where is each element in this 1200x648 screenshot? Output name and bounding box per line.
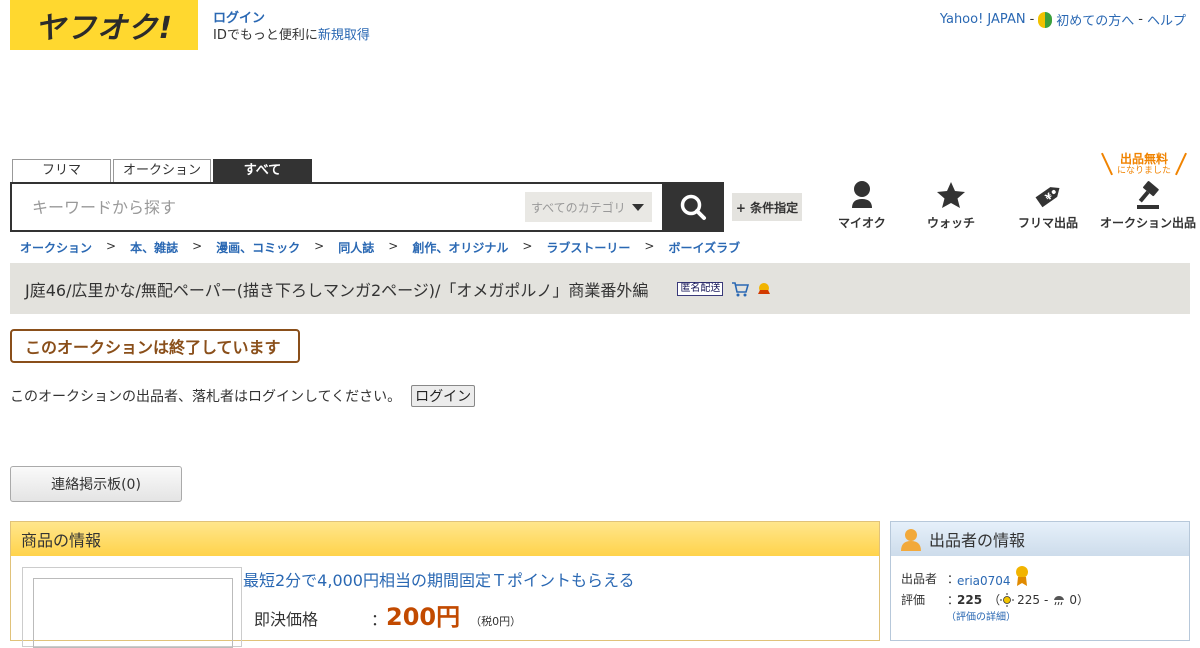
- breadcrumb-separator: >: [388, 239, 399, 253]
- seller-info-heading: 出品者の情報: [929, 531, 1026, 550]
- star-icon: [937, 182, 965, 208]
- rating-label: 評価: [901, 593, 926, 607]
- item-info-panel: 商品の情報 最短2分で4,000円相当の期間固定Ｔポイントもらえる 即決価格 ：…: [10, 521, 880, 648]
- login-notice-text: このオークションの出品者、落札者はログインしてください。: [10, 389, 402, 405]
- id-promo-text: IDでもっと便利に: [213, 28, 318, 43]
- quick-nav-label: ウォッチ: [927, 216, 976, 230]
- anonymous-shipping-badge: 匿名配送: [677, 281, 724, 296]
- price-value: 200円: [386, 603, 461, 631]
- contact-board-button[interactable]: 連絡掲示板(0): [10, 466, 182, 502]
- breadcrumb-item[interactable]: 漫画、コミック: [216, 239, 300, 256]
- nav-separator: -: [1138, 12, 1143, 27]
- rating-total: 225: [957, 592, 983, 607]
- chevron-down-icon: [632, 203, 644, 211]
- breadcrumb-separator: >: [106, 239, 117, 253]
- rating-good: 225: [1017, 592, 1040, 607]
- shopping-cart-icon: [732, 281, 750, 296]
- help-link[interactable]: ヘルプ: [1147, 10, 1186, 29]
- rating-dash: -: [1043, 592, 1049, 607]
- rating-colon: ：: [947, 593, 960, 607]
- seller-info-header: 出品者の情報: [891, 522, 1189, 556]
- seller-avatar-icon: [901, 529, 921, 551]
- quick-nav-auction-sell[interactable]: オークション出品: [1100, 180, 1196, 231]
- breadcrumb-item[interactable]: 創作、オリジナル: [412, 239, 508, 256]
- seller-colon: ：: [947, 571, 960, 586]
- tab-auction[interactable]: オークション: [113, 159, 211, 183]
- breadcrumb-separator: >: [522, 239, 533, 253]
- tab-furima[interactable]: フリマ: [12, 159, 111, 183]
- breadcrumb-separator: >: [192, 239, 203, 253]
- seller-label: 出品者: [901, 571, 938, 586]
- signup-link[interactable]: 新規取得: [318, 28, 370, 43]
- rating-row: 評価 ： 225 （ 225 - 0 ）: [901, 591, 1089, 608]
- rating-paren-close: ）: [1076, 593, 1089, 607]
- sun-good-icon: [1000, 592, 1015, 607]
- quick-nav-label: フリマ出品: [1018, 216, 1079, 230]
- yahuoku-logo[interactable]: ヤフオク!: [10, 0, 198, 50]
- item-image[interactable]: [22, 567, 242, 648]
- search-button[interactable]: [662, 182, 724, 232]
- login-button[interactable]: ログイン: [411, 385, 476, 407]
- logo-text: ヤフオク!: [34, 11, 174, 46]
- new-arrival-icon: [758, 282, 771, 294]
- condition-button[interactable]: + 条件指定: [732, 193, 802, 221]
- tpoint-promo-link[interactable]: 最短2分で4,000円相当の期間固定Ｔポイントもらえる: [243, 567, 635, 591]
- price-tag-icon: ¥: [1035, 187, 1060, 208]
- breadcrumb-item[interactable]: 本、雑誌: [130, 239, 178, 256]
- top-nav: Yahoo! JAPAN - 初めての方へ - ヘルプ: [940, 10, 1186, 29]
- free-badge-line2: になりました: [1116, 166, 1171, 176]
- quick-nav-label: オークション出品: [1100, 216, 1197, 230]
- login-notice: このオークションの出品者、落札者はログインしてください。 ログイン: [10, 385, 476, 407]
- nav-separator: -: [1029, 12, 1035, 27]
- item-info-heading: 商品の情報: [11, 522, 879, 556]
- rating-paren-open: （: [988, 593, 1001, 607]
- breadcrumb-item[interactable]: ボーイズラブ: [668, 239, 740, 256]
- login-link[interactable]: ログイン: [213, 11, 265, 26]
- free-badge-line1: 出品無料: [1119, 152, 1168, 166]
- quick-nav-furima-sell[interactable]: ¥ フリマ出品: [1018, 180, 1078, 231]
- item-title-band: J庭46/広里かな/無配ペーパー(描き下ろしマンガ2ページ)/「オメガポルノ」商…: [10, 263, 1190, 314]
- seller-info-panel: 出品者の情報 出品者 ： eria0704 評価 ： 225 （ 225 - 0…: [890, 521, 1190, 641]
- seller-row: 出品者 ： eria0704: [901, 566, 1030, 588]
- free-listing-badge: 出品無料 になりました: [1101, 152, 1187, 178]
- premium-badge-icon: [1015, 566, 1028, 586]
- quick-nav-label: マイオク: [838, 216, 886, 230]
- breadcrumb-item[interactable]: ラブストーリー: [546, 239, 630, 256]
- search-bar: すべてのカテゴリ: [10, 182, 724, 232]
- price-colon: ：: [371, 610, 388, 629]
- beginner-mark-icon: [1038, 11, 1053, 28]
- rating-bad: 0: [1069, 592, 1077, 607]
- breadcrumb-item[interactable]: オークション: [20, 239, 92, 256]
- tax-value: （税0円）: [470, 615, 522, 628]
- person-icon: [851, 181, 872, 208]
- breadcrumb: オークション > 本、雑誌 > 漫画、コミック > 同人誌 > 創作、オリジナル > ラブ…: [20, 239, 740, 256]
- tab-all[interactable]: すべて: [213, 159, 312, 183]
- category-select[interactable]: すべてのカテゴリ: [525, 192, 652, 222]
- rating-detail-row: （評価の詳細）: [946, 608, 1016, 623]
- yahoo-japan-link[interactable]: Yahoo! JAPAN: [940, 12, 1026, 27]
- breadcrumb-separator: >: [314, 239, 325, 253]
- quick-nav-myauction[interactable]: マイオク: [838, 180, 886, 231]
- gavel-icon: [1137, 181, 1159, 209]
- rating-detail-link[interactable]: （評価の詳細）: [946, 608, 1016, 623]
- search-tabs: フリマ オークション すべて: [12, 159, 312, 183]
- price-label: 即決価格: [254, 610, 319, 629]
- rain-bad-icon: [1054, 595, 1065, 605]
- quick-nav-watch[interactable]: ウォッチ: [927, 180, 975, 231]
- seller-id-link[interactable]: eria0704: [957, 574, 1011, 588]
- auction-ended-notice: このオークションは終了しています: [10, 329, 300, 363]
- login-box: ログイン IDでもっと便利に新規取得: [213, 10, 370, 44]
- breadcrumb-item[interactable]: 同人誌: [338, 239, 374, 256]
- breadcrumb-separator: >: [644, 239, 655, 253]
- search-icon: [680, 194, 706, 220]
- category-select-label: すべてのカテゴリ: [531, 200, 626, 215]
- item-title: J庭46/広里かな/無配ペーパー(描き下ろしマンガ2ページ)/「オメガポルノ」商…: [25, 280, 649, 300]
- price-row: 即決価格 ： 200円 （税0円）: [254, 597, 521, 632]
- first-time-link[interactable]: 初めての方へ: [1056, 10, 1134, 29]
- search-input[interactable]: [12, 184, 525, 230]
